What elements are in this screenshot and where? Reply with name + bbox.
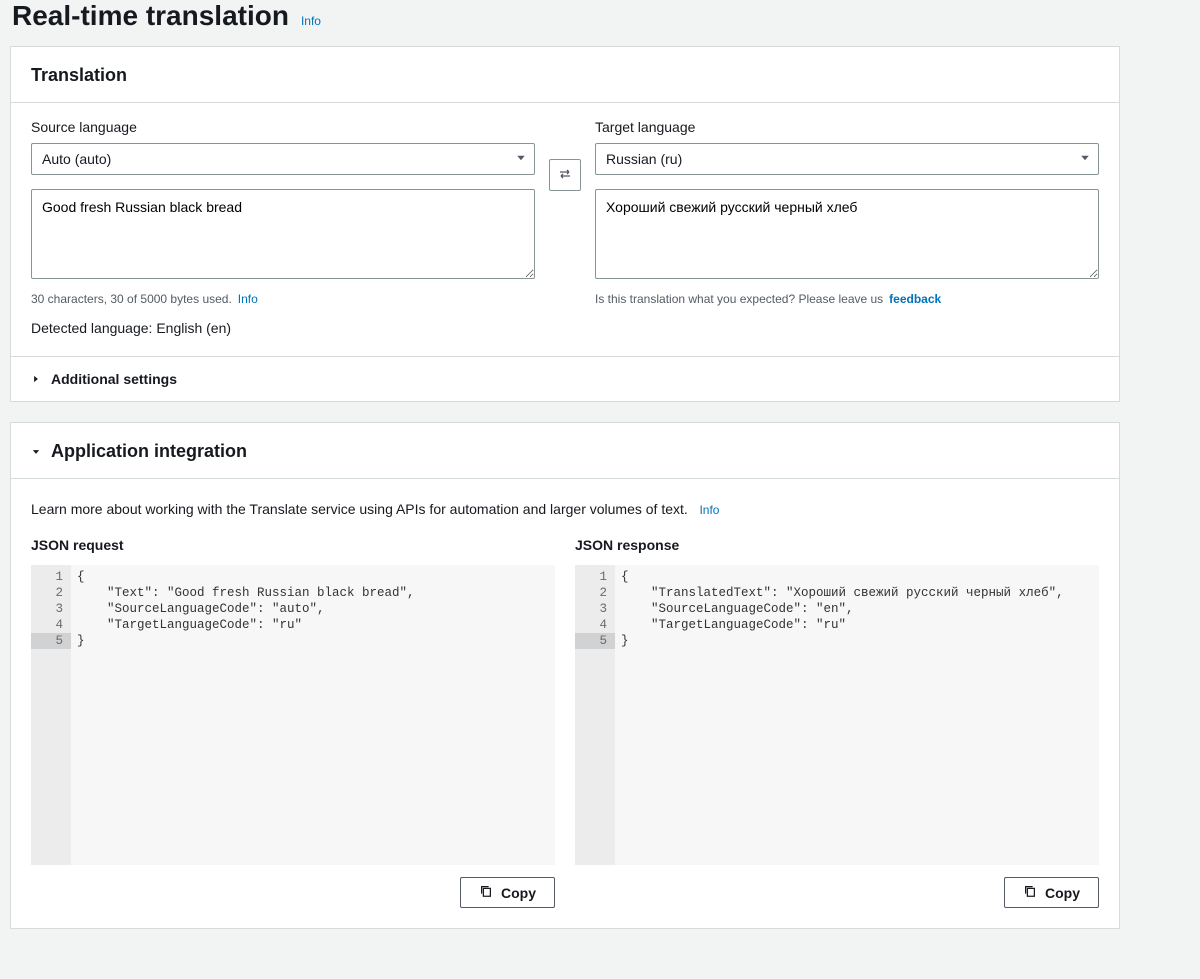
copy-request-button[interactable]: Copy: [460, 877, 555, 908]
copy-request-label: Copy: [501, 885, 536, 901]
source-language-label: Source language: [31, 119, 535, 135]
application-integration-title: Application integration: [51, 441, 247, 462]
swap-languages-button[interactable]: [549, 159, 581, 191]
page-title-text: Real-time translation: [12, 0, 289, 32]
detected-language-text: Detected language: English (en): [31, 320, 535, 336]
copy-icon: [479, 884, 493, 901]
copy-response-button[interactable]: Copy: [1004, 877, 1099, 908]
caret-down-icon: [31, 441, 41, 462]
additional-settings-label: Additional settings: [51, 371, 177, 387]
application-integration-description: Learn more about working with the Transl…: [31, 501, 1099, 517]
json-request-editor[interactable]: 12345 { "Text": "Good fresh Russian blac…: [31, 565, 555, 865]
target-language-value: Russian (ru): [606, 151, 682, 167]
char-count-info-link[interactable]: Info: [238, 292, 258, 306]
page-title-info-link[interactable]: Info: [301, 14, 321, 28]
application-integration-panel: Application integration Learn more about…: [10, 422, 1120, 929]
application-integration-info-link[interactable]: Info: [699, 503, 719, 517]
additional-settings-toggle[interactable]: Additional settings: [11, 356, 1119, 401]
json-request-gutter: 12345: [31, 565, 71, 865]
json-response-gutter: 12345: [575, 565, 615, 865]
target-language-label: Target language: [595, 119, 1099, 135]
json-response-lines: { "TranslatedText": "Хороший свежий русс…: [615, 565, 1099, 865]
feedback-question-text: Is this translation what you expected? P…: [595, 292, 883, 306]
copy-icon: [1023, 884, 1037, 901]
caret-right-icon: [31, 371, 41, 387]
feedback-link[interactable]: feedback: [889, 292, 941, 306]
target-language-select[interactable]: Russian (ru): [595, 143, 1099, 175]
translation-panel: Translation Source language Auto (auto): [10, 46, 1120, 402]
app-int-desc-text: Learn more about working with the Transl…: [31, 501, 688, 517]
source-language-select[interactable]: Auto (auto): [31, 143, 535, 175]
char-count-text: 30 characters, 30 of 5000 bytes used.: [31, 292, 232, 306]
source-language-value: Auto (auto): [42, 151, 111, 167]
json-request-label: JSON request: [31, 537, 555, 553]
json-request-lines: { "Text": "Good fresh Russian black brea…: [71, 565, 555, 865]
json-response-label: JSON response: [575, 537, 1099, 553]
application-integration-toggle[interactable]: Application integration: [11, 423, 1119, 479]
copy-response-label: Copy: [1045, 885, 1080, 901]
target-text-output[interactable]: [595, 189, 1099, 279]
swap-icon: [557, 166, 573, 185]
json-response-editor[interactable]: 12345 { "TranslatedText": "Хороший свежи…: [575, 565, 1099, 865]
source-text-input[interactable]: [31, 189, 535, 279]
page-title: Real-time translation Info: [12, 0, 1120, 32]
translation-panel-title: Translation: [11, 47, 1119, 103]
